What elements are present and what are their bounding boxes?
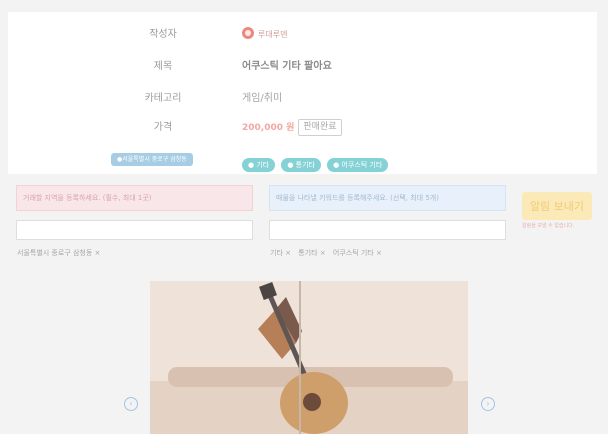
author-label: 작성자 [149, 29, 177, 40]
title-row: 제목 어쿠스틱 기타 팔아요 [8, 57, 597, 77]
author-value[interactable]: 루대루덴 [242, 25, 287, 45]
region-prompt: 거래할 지역을 등록하세요. (필수, 최대 1곳) [16, 185, 253, 211]
tag-list: ● 기타 ● 통기타 ● 어쿠스틱 기타 [242, 152, 389, 172]
tag-item[interactable]: ● 통기타 [281, 158, 321, 172]
region-chip[interactable]: 서울특별시 종로구 삼청동 × [17, 249, 100, 257]
sold-out-button[interactable]: 판매완료 [298, 119, 342, 136]
price-label: 가격 [153, 122, 173, 133]
chevron-left-icon: ‹ [129, 399, 133, 408]
send-notification-button[interactable]: 알림 보내기 [522, 192, 592, 220]
keyword-chip[interactable]: 어쿠스틱 기타 × [333, 249, 382, 257]
category-value: 게임/취미 [242, 93, 283, 104]
category-label: 카테고리 [144, 93, 182, 104]
prev-image-button[interactable]: ‹ [124, 397, 138, 411]
keyword-chip[interactable]: 통기타 × [298, 249, 325, 257]
price-row: 가격 200,000 원 판매완료 [8, 118, 597, 138]
price-value-wrap: 200,000 원 판매완료 [242, 118, 342, 138]
keyword-prompt: 매물을 나타낼 키워드를 등록해주세요. (선택, 최대 5개) [269, 185, 506, 211]
keyword-input[interactable] [269, 220, 506, 240]
chevron-right-icon: › [486, 399, 490, 408]
next-image-button[interactable]: › [481, 397, 495, 411]
send-note: 알림을 보낼 수 없습니다. [522, 223, 575, 229]
title-value: 어쿠스틱 기타 팔아요 [242, 61, 332, 72]
location-badge: ●서울특별시 중로구 삼청동 [111, 153, 193, 166]
price-value: 200,000 원 [242, 123, 295, 133]
region-chip-list: 서울특별시 종로구 삼청동 × [17, 248, 105, 258]
product-photo [150, 281, 468, 434]
item-info-card: 작성자 루대루덴 제목 어쿠스틱 기타 팔아요 카테고리 게임/취미 가격 20… [8, 12, 597, 174]
guitar-image [150, 281, 468, 434]
category-row: 카테고리 게임/취미 [8, 89, 597, 109]
keyword-chip[interactable]: 기타 × [270, 249, 291, 257]
keyword-chip-list: 기타 × 통기타 × 어쿠스틱 기타 × [270, 248, 387, 258]
author-row: 작성자 루대루덴 [8, 25, 597, 45]
author-name[interactable]: 루대루덴 [258, 30, 287, 39]
tag-item[interactable]: ● 어쿠스틱 기타 [327, 158, 389, 172]
tag-item[interactable]: ● 기타 [242, 158, 276, 172]
avatar [242, 27, 254, 39]
title-label: 제목 [153, 61, 173, 72]
region-input[interactable] [16, 220, 253, 240]
